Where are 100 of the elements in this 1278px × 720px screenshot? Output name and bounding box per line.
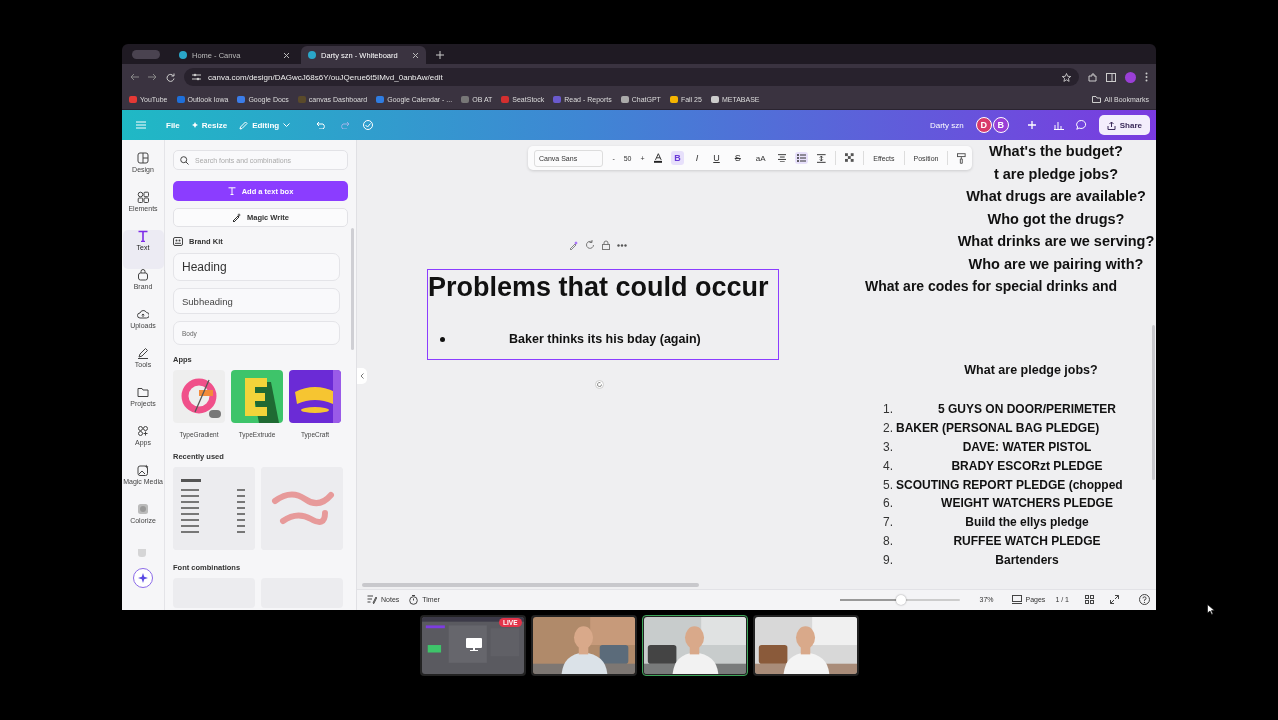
heading-text: Problems that could occur [428, 271, 770, 304]
more-icon[interactable] [1145, 72, 1148, 82]
pencil-icon [239, 120, 249, 130]
question-text: Who are we pairing with? [968, 254, 1144, 274]
question-text: What's the budget? [989, 142, 1123, 161]
scrollbar[interactable] [362, 583, 699, 588]
shapes-icon [137, 191, 149, 203]
text-color-icon[interactable] [653, 153, 663, 163]
list-number: 4. [883, 458, 894, 473]
monitor-icon [465, 638, 482, 651]
folder-icon [137, 386, 149, 398]
question-text: What drugs are available? [966, 187, 1146, 206]
help-icon[interactable] [1139, 594, 1150, 606]
list-heading: What are pledge jobs? [963, 363, 1099, 377]
list-item-text: DAVE: WATER PISTOL [961, 440, 1093, 454]
favicon-icon [179, 51, 187, 59]
list-number: 6. [883, 496, 894, 511]
bullet-icon [440, 336, 445, 342]
sidebar-icon[interactable] [1106, 72, 1116, 82]
rotate-icon[interactable] [585, 240, 595, 250]
chevron-left-icon [360, 373, 364, 379]
list-item-text: WEIGHT WATCHERS PLEDGE [940, 496, 1114, 511]
format-button[interactable]: I [692, 151, 702, 165]
back-icon[interactable] [130, 73, 139, 81]
list-number: 9. [883, 552, 894, 567]
transparency-icon[interactable] [844, 153, 855, 163]
list-icon [797, 154, 807, 162]
text-icon [137, 230, 149, 242]
sparkle-icon [191, 122, 198, 128]
list-number: 7. [883, 515, 894, 530]
search-icon [180, 155, 189, 165]
text-box[interactable]: Problems that could occur Baker thinks its his bday (again) [428, 270, 778, 359]
magic-assistant-button[interactable] [133, 568, 153, 588]
document-title[interactable]: Darty szn [929, 120, 964, 130]
cloud-check-icon[interactable] [362, 120, 375, 130]
sparkle-icon [138, 573, 148, 583]
pen-icon [137, 347, 149, 359]
question-text: What are codes for special drinks and [865, 277, 1118, 296]
notes-icon [367, 595, 377, 605]
star-icon[interactable] [1062, 72, 1071, 82]
align-center-icon[interactable] [777, 154, 787, 162]
rotate-handle-icon[interactable] [595, 380, 604, 389]
format-button[interactable]: B [671, 151, 684, 165]
line-spacing-icon[interactable] [817, 153, 826, 163]
timer-icon [409, 594, 419, 605]
profile-avatar[interactable] [1125, 71, 1136, 83]
undo-icon[interactable] [316, 121, 328, 129]
cursor-icon [1207, 604, 1215, 615]
format-button[interactable]: U [710, 151, 723, 165]
comment-icon[interactable] [1075, 120, 1087, 130]
site-info-icon [192, 73, 201, 81]
text-style-option[interactable]: Subheading [173, 288, 340, 314]
address-bar[interactable]: canva.com/design/DAGwcJ68s6Y/ouJQerue6t5IMvd_0anbAw/edit [184, 68, 1079, 86]
apps-icon [137, 425, 149, 437]
magic-wand-icon [232, 213, 241, 222]
text-icon [227, 187, 236, 195]
bulleted-list-button[interactable] [795, 152, 809, 164]
list-item-text: 5 GUYS ON DOOR/PERIMETER [937, 402, 1117, 417]
layout-icon [137, 152, 149, 164]
pages-icon [1011, 595, 1022, 605]
lock-icon[interactable] [602, 240, 610, 250]
question-text: t are pledge jobs? [993, 164, 1119, 184]
close-icon[interactable] [412, 51, 419, 59]
grid-view-icon[interactable] [1085, 595, 1094, 605]
add-person-icon[interactable] [1027, 121, 1036, 129]
list-item-text: RUFFEE WATCH PLEDGE [952, 533, 1102, 548]
list-item-text: BAKER (PERSONAL BAG PLEDGE) [896, 421, 1101, 436]
close-icon[interactable] [283, 51, 290, 59]
list-number: 8. [883, 533, 894, 548]
list-item-text: Bartenders [994, 552, 1060, 567]
list-item-text: BRADY ESCORzt PLEDGE [950, 458, 1104, 473]
favicon-icon [308, 51, 316, 59]
caret-icon [283, 123, 291, 127]
more-icon[interactable] [617, 243, 627, 247]
chart-icon[interactable] [1053, 120, 1064, 130]
list-number: 5. [883, 477, 894, 492]
paint-roller-icon[interactable] [957, 152, 966, 164]
user-avatar[interactable]: D [975, 117, 992, 133]
cloud-upload-icon [137, 308, 149, 320]
list-number: 2. [883, 421, 894, 436]
list-item-text: Build the ellys pledge [964, 515, 1090, 530]
scrollbar[interactable] [1152, 325, 1155, 480]
user-avatar[interactable]: B [992, 117, 1009, 133]
image-sparkle-icon [137, 464, 149, 476]
scrollbar[interactable] [351, 228, 354, 350]
upload-icon [1106, 120, 1116, 130]
format-button[interactable]: S [731, 151, 744, 165]
magic-edit-icon[interactable] [569, 240, 578, 250]
slider-thumb[interactable] [895, 594, 906, 605]
text-style-option[interactable]: Heading [173, 253, 340, 281]
reload-icon[interactable] [166, 72, 175, 82]
share-button[interactable]: Share [1098, 115, 1150, 135]
forward-icon[interactable] [148, 73, 157, 81]
format-button[interactable]: aA [752, 151, 769, 165]
list-item-text: SCOUTING REPORT PLEDGE (chopped [896, 477, 1124, 492]
list-number: 3. [883, 440, 894, 454]
fullscreen-icon[interactable] [1110, 595, 1119, 605]
brand-icon [137, 269, 149, 281]
collapse-panel-button[interactable] [357, 368, 367, 384]
plus-icon[interactable] [436, 51, 444, 59]
